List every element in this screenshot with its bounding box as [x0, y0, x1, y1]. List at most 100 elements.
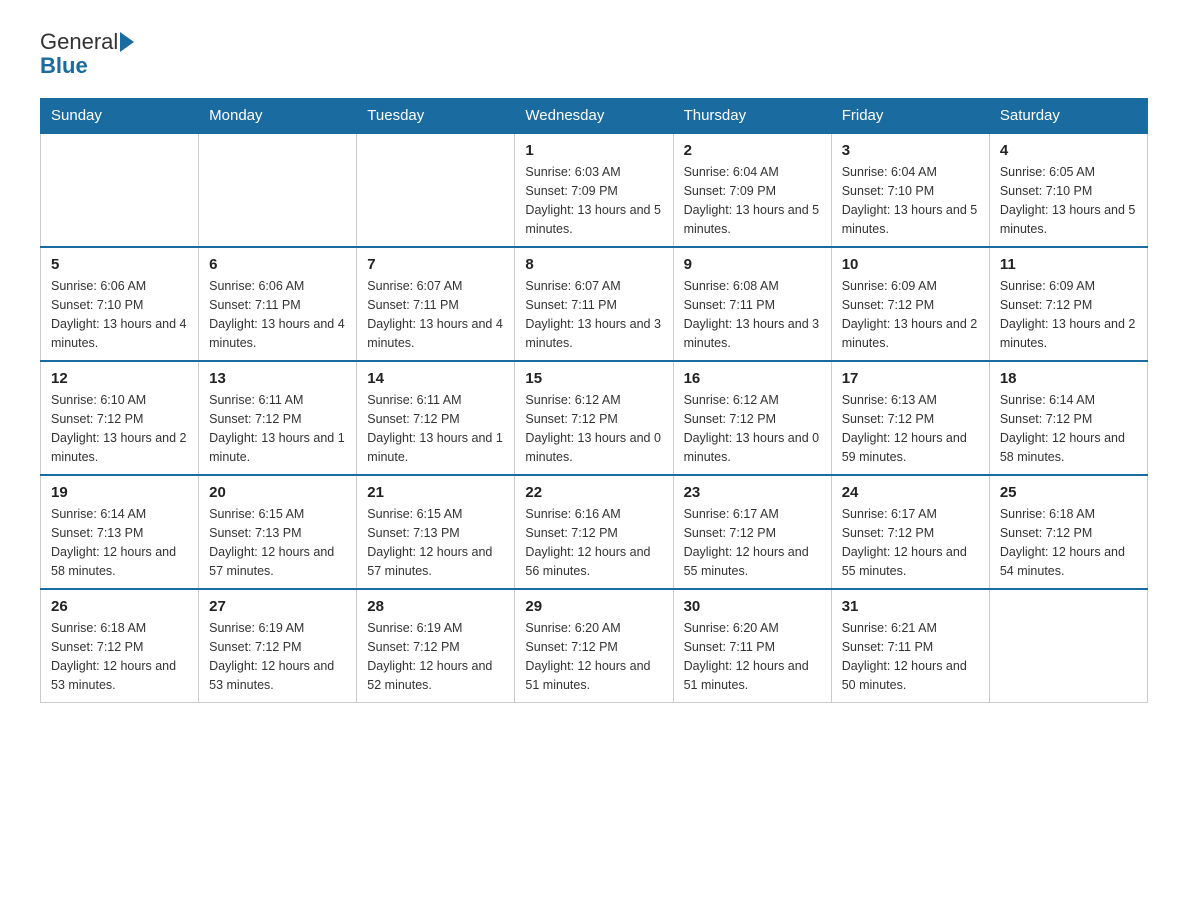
day-info: Sunrise: 6:11 AMSunset: 7:12 PMDaylight:…: [367, 391, 504, 466]
calendar-cell: 13 Sunrise: 6:11 AMSunset: 7:12 PMDayligh…: [199, 361, 357, 475]
calendar-cell: 22Sunrise: 6:16 AMSunset: 7:12 PMDayligh…: [515, 475, 673, 589]
calendar-cell: 24 Sunrise: 6:17 AMSunset: 7:12 PMDayligh…: [831, 475, 989, 589]
calendar-cell: 28Sunrise: 6:19 AMSunset: 7:12 PMDayligh…: [357, 589, 515, 703]
day-info: Sunrise: 6:10 AMSunset: 7:12 PMDaylight:…: [51, 391, 188, 466]
day-number: 6: [209, 256, 346, 273]
day-info: Sunrise: 6:14 AMSunset: 7:12 PMDaylight:…: [1000, 391, 1137, 466]
day-number: 10: [842, 256, 979, 273]
day-number: 27: [209, 598, 346, 615]
calendar-cell: 4 Sunrise: 6:05 AMSunset: 7:10 PMDaylight…: [989, 133, 1147, 247]
logo-text-general: General: [40, 30, 118, 54]
day-number: 8: [525, 256, 662, 273]
calendar-cell: 27 Sunrise: 6:19 AMSunset: 7:12 PMDayligh…: [199, 589, 357, 703]
day-info: Sunrise: 6:17 AMSunset: 7:12 PMDaylight:…: [842, 505, 979, 580]
calendar-cell: 7Sunrise: 6:07 AMSunset: 7:11 PMDaylight…: [357, 247, 515, 361]
calendar-cell: 20 Sunrise: 6:15 AMSunset: 7:13 PMDayligh…: [199, 475, 357, 589]
calendar-cell: [199, 133, 357, 247]
calendar-cell: 11Sunrise: 6:09 AMSunset: 7:12 PMDayligh…: [989, 247, 1147, 361]
logo-arrow-icon: [120, 32, 134, 52]
weekday-header: Friday: [831, 99, 989, 134]
calendar-cell: 9 Sunrise: 6:08 AMSunset: 7:11 PMDaylight…: [673, 247, 831, 361]
weekday-header: Tuesday: [357, 99, 515, 134]
day-number: 4: [1000, 142, 1137, 159]
page-header: General Blue: [40, 30, 1148, 78]
day-number: 9: [684, 256, 821, 273]
calendar-week-row: 19Sunrise: 6:14 AMSunset: 7:13 PMDayligh…: [41, 475, 1148, 589]
day-number: 14: [367, 370, 504, 387]
day-info: Sunrise: 6:12 AMSunset: 7:12 PMDaylight:…: [684, 391, 821, 466]
calendar-cell: [357, 133, 515, 247]
day-number: 2: [684, 142, 821, 159]
day-info: Sunrise: 6:19 AMSunset: 7:12 PMDaylight:…: [367, 619, 504, 694]
calendar-cell: 10 Sunrise: 6:09 AMSunset: 7:12 PMDayligh…: [831, 247, 989, 361]
day-info: Sunrise: 6:17 AMSunset: 7:12 PMDaylight:…: [684, 505, 821, 580]
calendar-cell: 12 Sunrise: 6:10 AMSunset: 7:12 PMDayligh…: [41, 361, 199, 475]
day-info: Sunrise: 6:06 AMSunset: 7:11 PMDaylight:…: [209, 277, 346, 352]
weekday-header: Sunday: [41, 99, 199, 134]
weekday-header: Wednesday: [515, 99, 673, 134]
day-number: 15: [525, 370, 662, 387]
day-info: Sunrise: 6:08 AMSunset: 7:11 PMDaylight:…: [684, 277, 821, 352]
weekday-header: Monday: [199, 99, 357, 134]
day-number: 30: [684, 598, 821, 615]
calendar-cell: 5 Sunrise: 6:06 AMSunset: 7:10 PMDaylight…: [41, 247, 199, 361]
day-info: Sunrise: 6:20 AMSunset: 7:12 PMDaylight:…: [525, 619, 662, 694]
calendar-cell: 26Sunrise: 6:18 AMSunset: 7:12 PMDayligh…: [41, 589, 199, 703]
calendar-cell: 25Sunrise: 6:18 AMSunset: 7:12 PMDayligh…: [989, 475, 1147, 589]
weekday-header: Thursday: [673, 99, 831, 134]
day-info: Sunrise: 6:18 AMSunset: 7:12 PMDaylight:…: [51, 619, 188, 694]
calendar-cell: 14 Sunrise: 6:11 AMSunset: 7:12 PMDayligh…: [357, 361, 515, 475]
day-number: 16: [684, 370, 821, 387]
calendar-cell: 31 Sunrise: 6:21 AMSunset: 7:11 PMDayligh…: [831, 589, 989, 703]
day-number: 21: [367, 484, 504, 501]
day-number: 3: [842, 142, 979, 159]
calendar-cell: 29 Sunrise: 6:20 AMSunset: 7:12 PMDayligh…: [515, 589, 673, 703]
day-info: Sunrise: 6:12 AMSunset: 7:12 PMDaylight:…: [525, 391, 662, 466]
day-info: Sunrise: 6:13 AMSunset: 7:12 PMDaylight:…: [842, 391, 979, 466]
day-number: 12: [51, 370, 188, 387]
day-info: Sunrise: 6:16 AMSunset: 7:12 PMDaylight:…: [525, 505, 662, 580]
day-info: Sunrise: 6:19 AMSunset: 7:12 PMDaylight:…: [209, 619, 346, 694]
day-number: 29: [525, 598, 662, 615]
day-number: 17: [842, 370, 979, 387]
calendar-week-row: 1 Sunrise: 6:03 AMSunset: 7:09 PMDaylight…: [41, 133, 1148, 247]
day-info: Sunrise: 6:15 AMSunset: 7:13 PMDaylight:…: [209, 505, 346, 580]
calendar-cell: 19Sunrise: 6:14 AMSunset: 7:13 PMDayligh…: [41, 475, 199, 589]
logo-text-blue: Blue: [40, 53, 88, 78]
day-info: Sunrise: 6:15 AMSunset: 7:13 PMDaylight:…: [367, 505, 504, 580]
day-number: 19: [51, 484, 188, 501]
day-number: 5: [51, 256, 188, 273]
calendar-cell: 18 Sunrise: 6:14 AMSunset: 7:12 PMDayligh…: [989, 361, 1147, 475]
calendar-header-row: SundayMondayTuesdayWednesdayThursdayFrid…: [41, 99, 1148, 134]
day-info: Sunrise: 6:03 AMSunset: 7:09 PMDaylight:…: [525, 163, 662, 238]
day-number: 13: [209, 370, 346, 387]
calendar-cell: [41, 133, 199, 247]
calendar-cell: 30 Sunrise: 6:20 AMSunset: 7:11 PMDayligh…: [673, 589, 831, 703]
calendar-week-row: 5 Sunrise: 6:06 AMSunset: 7:10 PMDaylight…: [41, 247, 1148, 361]
calendar-week-row: 12 Sunrise: 6:10 AMSunset: 7:12 PMDayligh…: [41, 361, 1148, 475]
day-info: Sunrise: 6:11 AMSunset: 7:12 PMDaylight:…: [209, 391, 346, 466]
calendar-cell: 23 Sunrise: 6:17 AMSunset: 7:12 PMDayligh…: [673, 475, 831, 589]
day-number: 24: [842, 484, 979, 501]
day-info: Sunrise: 6:07 AMSunset: 7:11 PMDaylight:…: [525, 277, 662, 352]
day-number: 11: [1000, 256, 1137, 273]
day-info: Sunrise: 6:21 AMSunset: 7:11 PMDaylight:…: [842, 619, 979, 694]
calendar-week-row: 26Sunrise: 6:18 AMSunset: 7:12 PMDayligh…: [41, 589, 1148, 703]
day-info: Sunrise: 6:06 AMSunset: 7:10 PMDaylight:…: [51, 277, 188, 352]
calendar-cell: [989, 589, 1147, 703]
calendar-cell: 6 Sunrise: 6:06 AMSunset: 7:11 PMDaylight…: [199, 247, 357, 361]
day-number: 23: [684, 484, 821, 501]
day-number: 1: [525, 142, 662, 159]
day-info: Sunrise: 6:07 AMSunset: 7:11 PMDaylight:…: [367, 277, 504, 352]
day-number: 25: [1000, 484, 1137, 501]
day-number: 20: [209, 484, 346, 501]
day-number: 31: [842, 598, 979, 615]
day-info: Sunrise: 6:05 AMSunset: 7:10 PMDaylight:…: [1000, 163, 1137, 238]
calendar-cell: 16 Sunrise: 6:12 AMSunset: 7:12 PMDayligh…: [673, 361, 831, 475]
day-info: Sunrise: 6:20 AMSunset: 7:11 PMDaylight:…: [684, 619, 821, 694]
day-number: 18: [1000, 370, 1137, 387]
calendar-cell: 1 Sunrise: 6:03 AMSunset: 7:09 PMDaylight…: [515, 133, 673, 247]
day-info: Sunrise: 6:09 AMSunset: 7:12 PMDaylight:…: [842, 277, 979, 352]
calendar-cell: 2Sunrise: 6:04 AMSunset: 7:09 PMDaylight…: [673, 133, 831, 247]
calendar-cell: 3Sunrise: 6:04 AMSunset: 7:10 PMDaylight…: [831, 133, 989, 247]
